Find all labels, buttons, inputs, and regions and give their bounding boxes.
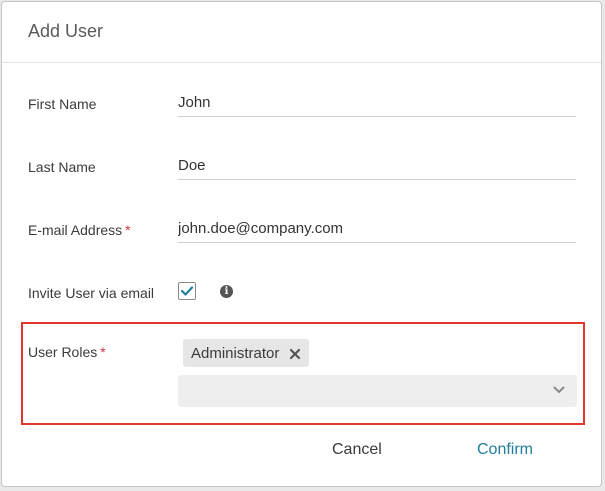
title-divider [2,62,601,63]
email-input[interactable] [178,215,576,243]
user-roles-select[interactable] [178,375,577,407]
email-label-text: E-mail Address [28,222,123,238]
role-chip-administrator: Administrator [183,339,310,367]
checkmark-icon [180,286,194,296]
invite-label-text: Invite User via email [28,285,155,301]
last-name-label: Last Name [28,159,96,175]
first-name-label-text: First Name [28,96,97,112]
email-required-mark: * [125,222,131,238]
invite-checkbox[interactable] [178,282,196,300]
last-name-label-text: Last Name [28,159,96,175]
first-name-input[interactable] [178,89,576,117]
user-roles-label-text: User Roles [28,344,98,360]
invite-label: Invite User via email [28,285,154,301]
email-label: E-mail Address * [28,222,131,238]
dialog-title: Add User [28,21,104,41]
confirm-button[interactable]: Confirm [477,441,533,459]
user-roles-required-mark: * [100,344,106,360]
first-name-label: First Name [28,96,96,112]
user-roles-highlight [21,322,585,425]
chevron-down-icon [553,386,565,393]
role-chip-label: Administrator [191,344,280,362]
info-icon[interactable]: i [220,285,233,298]
cancel-button[interactable]: Cancel [332,441,382,459]
user-roles-label: User Roles * [28,344,106,360]
close-icon[interactable] [289,347,301,360]
last-name-input[interactable] [178,152,576,180]
